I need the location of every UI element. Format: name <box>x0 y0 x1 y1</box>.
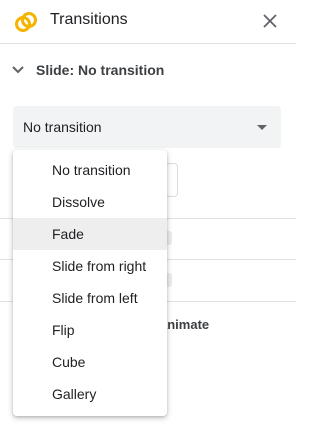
dropdown-arrow-icon <box>257 125 267 130</box>
option-slide-from-left[interactable]: Slide from left <box>13 282 167 314</box>
option-label: Gallery <box>52 386 97 402</box>
option-label: Slide from left <box>52 290 138 306</box>
option-label: Flip <box>52 322 75 338</box>
option-label: Slide from right <box>52 258 147 274</box>
option-no-transition[interactable]: No transition <box>13 154 167 186</box>
panel-title: Transitions <box>50 11 128 28</box>
option-label: No transition <box>52 162 131 178</box>
option-cube[interactable]: Cube <box>13 346 167 378</box>
option-flip[interactable]: Flip <box>13 314 167 346</box>
section-title: Slide: No transition <box>36 62 165 78</box>
option-label: Dissolve <box>52 194 105 210</box>
chevron-down-icon <box>12 66 24 74</box>
option-label: Cube <box>52 354 86 370</box>
select-value: No transition <box>23 119 102 135</box>
option-fade[interactable]: Fade <box>13 218 167 250</box>
close-icon <box>263 14 277 28</box>
animate-label: animate <box>160 317 210 332</box>
option-label: Fade <box>52 226 84 242</box>
transition-type-select[interactable]: No transition <box>13 106 281 148</box>
option-slide-from-right[interactable]: Slide from right <box>13 250 167 282</box>
option-dissolve[interactable]: Dissolve <box>13 186 167 218</box>
option-gallery[interactable]: Gallery <box>13 378 167 410</box>
transition-dropdown-menu: No transition Dissolve Fade Slide from r… <box>13 150 167 416</box>
panel-header: Transitions <box>0 0 296 44</box>
close-button[interactable] <box>259 10 281 32</box>
slides-rings-icon <box>15 12 37 32</box>
slide-section-toggle[interactable]: Slide: No transition <box>0 56 296 84</box>
